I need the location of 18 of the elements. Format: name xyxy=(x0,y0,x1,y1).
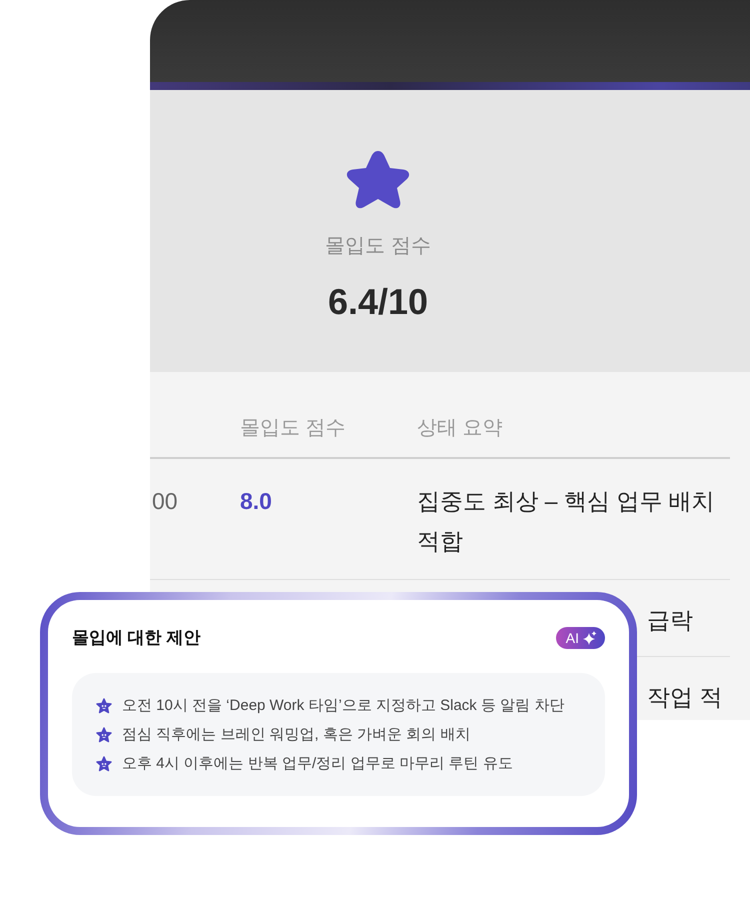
score-cell-text: 8.0 xyxy=(240,487,273,516)
status-cell-text: 작업 적 xyxy=(647,683,722,712)
score-label: 몰입도 점수 xyxy=(325,234,431,259)
time-cell-text: 00 xyxy=(152,487,179,516)
suggestion-text: 오전 10시 전을 ‘Deep Work 타임’으로 지정하고 Slack 등 알림 차단 xyxy=(122,696,564,716)
suggestion-text: 오후 4시 이후에는 반복 업무/정리 업무로 마무리 루틴 유도 xyxy=(122,754,513,774)
column-header: 몰입도 점수 xyxy=(240,416,347,441)
score-value: 6.4/10 xyxy=(328,281,428,323)
suggestion-text: 점심 직후에는 브레인 워밍업, 혹은 가벼운 회의 배치 xyxy=(122,725,470,745)
sparkle-icon xyxy=(583,630,597,644)
status-cell-text: 집중도 최상 – 핵심 업무 배치 적합 xyxy=(417,487,716,556)
star-face-icon xyxy=(96,756,112,772)
star-face-icon xyxy=(96,698,112,714)
star-face-icon xyxy=(96,726,112,742)
column-header: 상태 요약 xyxy=(417,416,504,441)
card-title: 몰입에 대한 제안 xyxy=(72,627,200,649)
status-cell-text: 급락 xyxy=(647,606,693,635)
ai-badge: AI xyxy=(556,626,605,648)
